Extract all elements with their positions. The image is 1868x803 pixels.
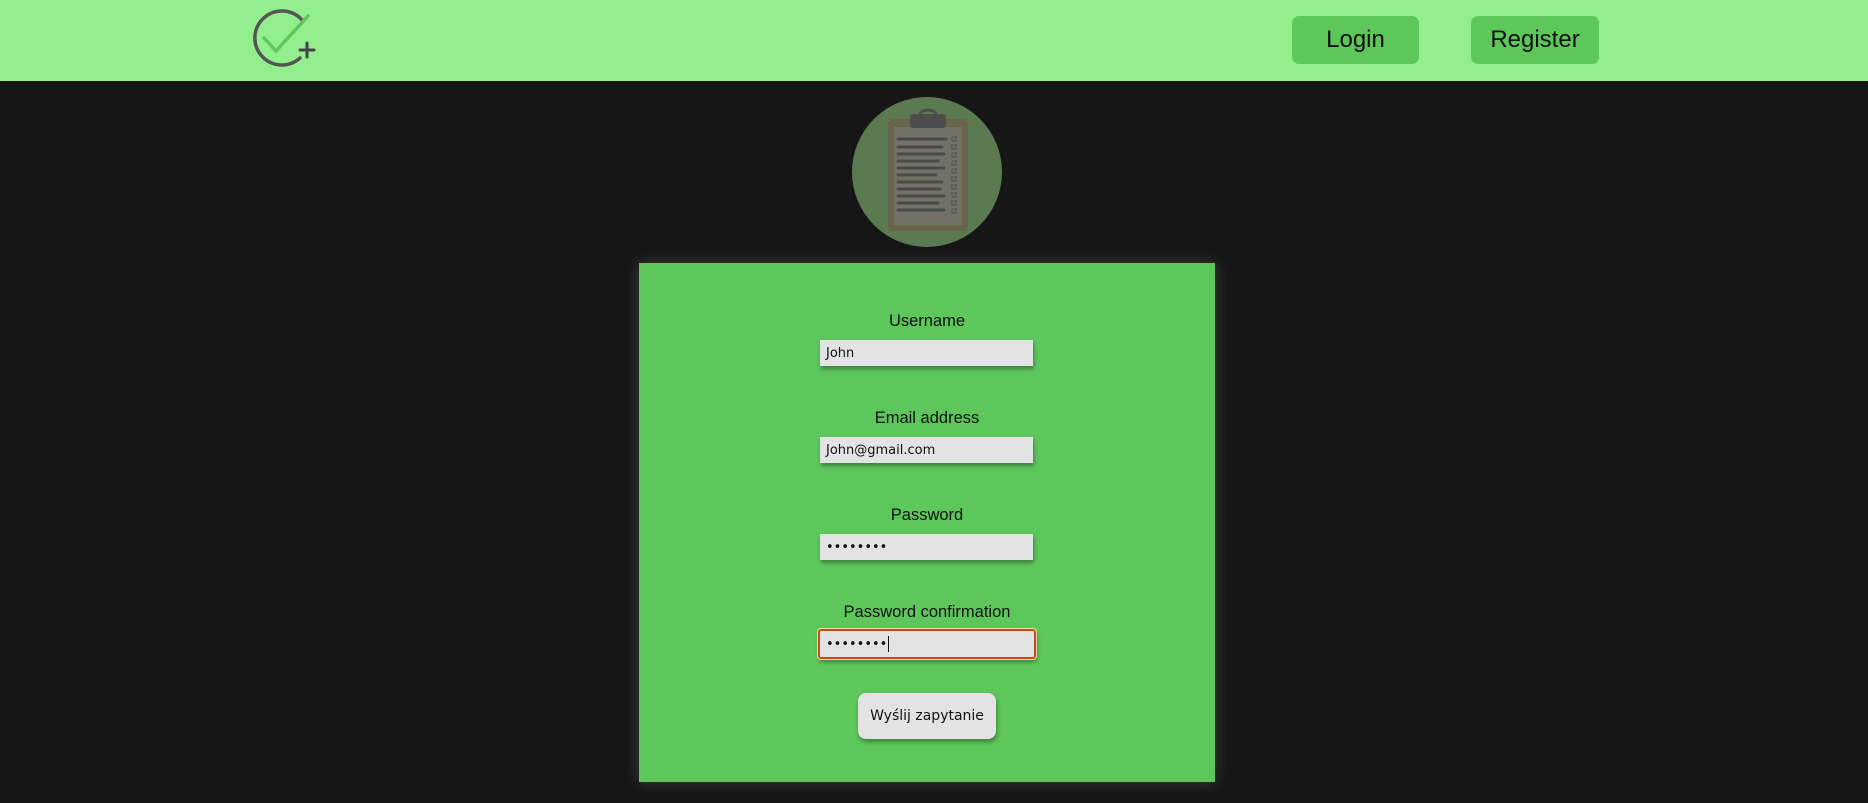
email-input[interactable]: John@gmail.com <box>820 437 1033 463</box>
clipboard-icon <box>888 108 968 231</box>
password-confirmation-value: •••••••• <box>826 636 888 652</box>
check-plus-icon[interactable] <box>250 8 318 68</box>
password-label: Password <box>890 506 964 524</box>
email-label: Email address <box>874 409 980 427</box>
username-input[interactable]: John <box>820 340 1033 366</box>
top-navbar: Login Register <box>0 0 1868 81</box>
username-label: Username <box>888 312 966 330</box>
login-button[interactable]: Login <box>1292 16 1419 64</box>
password-confirmation-label: Password confirmation <box>843 603 1011 621</box>
registration-form: Username John Email address John@gmail.c… <box>639 263 1215 782</box>
password-confirmation-input[interactable]: •••••••• <box>817 628 1037 660</box>
register-button[interactable]: Register <box>1471 16 1599 64</box>
text-caret <box>888 636 890 652</box>
password-input[interactable]: •••••••• <box>820 534 1033 560</box>
submit-button[interactable]: Wyślij zapytanie <box>858 693 996 739</box>
avatar <box>852 97 1002 247</box>
